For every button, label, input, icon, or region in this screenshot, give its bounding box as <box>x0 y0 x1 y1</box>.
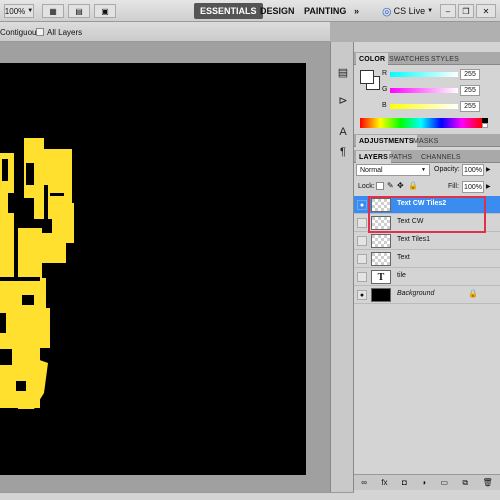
delete-layer-icon[interactable]: 🗑 <box>483 478 493 487</box>
layer-row-tile[interactable]: T tile <box>354 268 500 286</box>
green-value-field[interactable]: 255 <box>460 85 480 96</box>
foreground-color-swatch[interactable] <box>360 70 374 84</box>
workspace-painting[interactable]: PAINTING <box>298 3 352 19</box>
visibility-toggle[interactable] <box>357 218 367 228</box>
layer-row-text-cw[interactable]: Text CW <box>354 214 500 232</box>
opacity-label: Opacity: <box>434 166 460 173</box>
tab-masks[interactable]: MASKS <box>410 135 442 147</box>
layer-name: Text CW <box>397 218 424 225</box>
layer-name: Background <box>397 290 435 297</box>
tab-color[interactable]: COLOR <box>356 53 389 65</box>
opacity-arrow-icon[interactable]: ▶ <box>486 166 491 173</box>
restore-button[interactable]: ❐ <box>458 4 474 18</box>
visibility-eye-icon[interactable]: ● <box>357 290 367 300</box>
fill-arrow-icon[interactable]: ▶ <box>486 183 491 190</box>
character-icon[interactable]: A <box>335 124 351 140</box>
channel-b-label: B <box>382 102 387 109</box>
layers-list: ● Text CW Tiles2 Text CW Text Tiles1 Tex… <box>354 196 500 336</box>
visibility-toggle[interactable] <box>357 236 367 246</box>
green-slider[interactable] <box>390 88 458 93</box>
layer-thumbnail <box>371 252 391 266</box>
more-workspaces-button[interactable]: » <box>348 3 365 19</box>
options-bar: Contiguous All Layers <box>0 22 330 42</box>
layer-thumbnail <box>371 216 391 230</box>
history-icon[interactable]: ▤ <box>335 64 351 80</box>
screen-mode-button[interactable]: ▣ <box>94 4 116 18</box>
chevron-down-icon: ▼ <box>427 8 434 14</box>
paragraph-icon[interactable]: ¶ <box>335 144 351 160</box>
lock-all-icon[interactable]: 🔒 <box>408 181 418 190</box>
layer-row-background[interactable]: ● Background 🔒 <box>354 286 500 304</box>
white-swatch[interactable] <box>482 123 488 128</box>
layer-row-text-tiles1[interactable]: Text Tiles1 <box>354 232 500 250</box>
workspace-essentials[interactable]: ESSENTIALS <box>194 3 263 19</box>
channel-g-label: G <box>382 86 388 93</box>
tab-swatches[interactable]: SWATCHES <box>386 53 433 65</box>
application-bar: 100% ▼ ▦ ▤ ▣ ESSENTIALS DESIGN PAINTING »… <box>0 0 500 22</box>
lock-brush-icon[interactable]: ✎ <box>387 181 394 190</box>
arrange-documents-button[interactable]: ▤ <box>68 4 90 18</box>
workspace-design[interactable]: DESIGN <box>254 3 301 19</box>
opacity-field[interactable]: 100% <box>462 164 484 176</box>
red-value-field[interactable]: 255 <box>460 69 480 80</box>
all-layers-checkbox[interactable] <box>36 28 44 36</box>
minimize-button[interactable]: – <box>440 4 456 18</box>
actions-icon[interactable]: ⊳ <box>335 92 351 108</box>
close-button[interactable]: ✕ <box>476 4 496 18</box>
channel-r-label: R <box>382 70 388 77</box>
tab-channels[interactable]: CHANNELS <box>418 151 464 163</box>
fill-field[interactable]: 100% <box>462 181 484 193</box>
layers-panel-tabs: LAYERS PATHS CHANNELS <box>354 150 500 163</box>
link-layers-icon[interactable]: ∞ <box>361 478 367 487</box>
layer-thumbnail <box>371 234 391 248</box>
visibility-toggle[interactable] <box>357 272 367 282</box>
layer-thumbnail <box>371 288 391 302</box>
blue-slider[interactable] <box>390 104 458 109</box>
cs-live-button[interactable]: ◎ CS Live ▼ <box>376 3 439 19</box>
layer-row-text[interactable]: Text <box>354 250 500 268</box>
collapsed-panel-strip: ▤ ⊳ A ¶ <box>330 42 354 492</box>
status-bar <box>0 492 354 500</box>
all-layers-label: All Layers <box>47 28 83 37</box>
add-mask-icon[interactable]: ◘ <box>402 478 407 487</box>
lock-icon: 🔒 <box>468 289 478 298</box>
visibility-eye-icon[interactable]: ● <box>357 200 367 210</box>
lock-label: Lock: <box>358 183 375 190</box>
adjustments-panel-tabs: ADJUSTMENTS MASKS <box>354 134 500 147</box>
add-style-icon[interactable]: fx <box>381 478 387 487</box>
color-spectrum-bar[interactable] <box>360 118 482 128</box>
layer-name: tile <box>397 272 406 279</box>
color-panel-tabs: COLOR SWATCHES STYLES <box>354 52 500 65</box>
layer-name: Text Tiles1 <box>397 236 431 243</box>
tab-styles[interactable]: STYLES <box>428 53 462 65</box>
lock-move-icon[interactable]: ✥ <box>397 181 404 190</box>
layer-row-text-cw-tiles2[interactable]: ● Text CW Tiles2 <box>354 196 500 214</box>
canvas[interactable] <box>0 63 306 475</box>
chevron-down-icon: ▼ <box>27 8 34 14</box>
lock-transparency-icon[interactable] <box>376 182 384 190</box>
yellow-text-tiles-artwork <box>0 138 74 409</box>
tab-paths[interactable]: PATHS <box>386 151 415 163</box>
adjustment-layer-icon[interactable]: ◑ <box>421 478 426 487</box>
text-layer-icon: T <box>371 270 391 284</box>
layers-bottom-bar: ∞ fx ◘ ◑ ▭ ⧉ 🗑 <box>354 474 500 490</box>
new-layer-icon[interactable]: ⧉ <box>462 478 468 488</box>
blend-mode-select[interactable]: Normal ▼ <box>356 164 430 176</box>
new-group-icon[interactable]: ▭ <box>440 478 448 487</box>
layer-name: Text <box>397 254 410 261</box>
tab-adjustments[interactable]: ADJUSTMENTS <box>356 135 417 147</box>
blue-value-field[interactable]: 255 <box>460 101 480 112</box>
cs-live-icon: ◎ <box>382 5 392 18</box>
panel-dock: COLOR SWATCHES STYLES R 255 G 255 B 255 … <box>354 42 500 500</box>
red-slider[interactable] <box>390 72 458 77</box>
zoom-level[interactable]: 100% ▼ <box>4 4 34 18</box>
view-extras-button[interactable]: ▦ <box>42 4 64 18</box>
layer-thumbnail <box>371 198 391 212</box>
chevron-down-icon: ▼ <box>421 167 426 173</box>
contiguous-label: Contiguous <box>0 28 41 37</box>
layer-name: Text CW Tiles2 <box>397 200 447 207</box>
fill-label: Fill: <box>448 183 459 190</box>
visibility-toggle[interactable] <box>357 254 367 264</box>
